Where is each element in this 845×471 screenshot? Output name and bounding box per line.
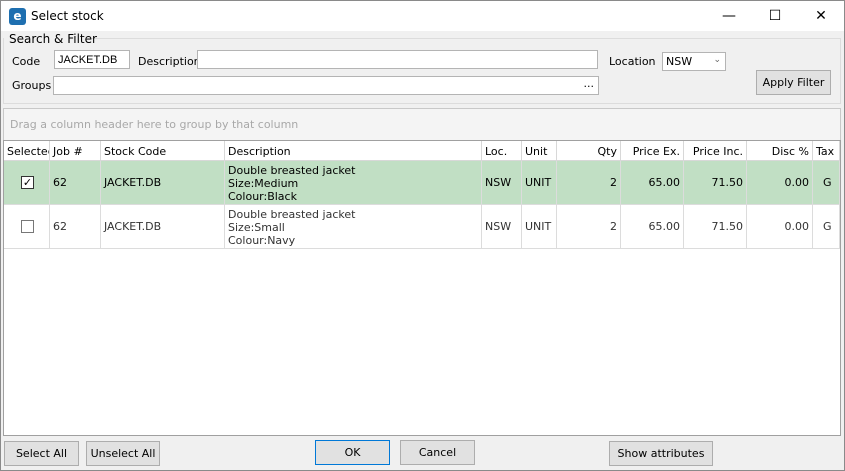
group-by-panel[interactable]: Drag a column header here to group by th… [3, 108, 841, 141]
description-cell: Double breasted jacket Size:Small Colour:N… [225, 205, 482, 249]
job-cell: 62 [50, 205, 101, 249]
cancel-button[interactable]: Cancel [400, 440, 475, 465]
code-label: Code [12, 55, 41, 68]
close-button[interactable]: ✕ [798, 1, 844, 32]
disc-cell: 0.00 [747, 161, 813, 205]
table-row[interactable]: ✓ 62 JACKET.DB Double breasted jacket Siz… [4, 161, 840, 205]
selected-cell[interactable] [4, 205, 50, 249]
column-header-qty[interactable]: Qty [557, 141, 621, 161]
code-input[interactable] [54, 50, 130, 69]
job-cell: 62 [50, 161, 101, 205]
search-filter-title: Search & Filter [9, 32, 97, 46]
table-row[interactable]: 62 JACKET.DB Double breasted jacket Size:… [4, 205, 840, 249]
disc-cell: 0.00 [747, 205, 813, 249]
price-ex-cell: 65.00 [621, 205, 684, 249]
column-header-disc[interactable]: Disc % [747, 141, 813, 161]
stock-grid: Selected Job # Stock Code Description Lo… [3, 140, 841, 436]
desc-line: Size:Small [228, 221, 285, 234]
column-header-unit[interactable]: Unit [522, 141, 557, 161]
qty-cell: 2 [557, 205, 621, 249]
checkbox-checked[interactable]: ✓ [21, 176, 34, 189]
ellipsis-button[interactable]: ... [584, 77, 595, 90]
groups-label: Groups [12, 79, 52, 92]
select-all-button[interactable]: Select All [4, 441, 79, 466]
show-attributes-button[interactable]: Show attributes [609, 441, 713, 466]
column-header-stock-code[interactable]: Stock Code [101, 141, 225, 161]
minimize-button[interactable]: — [706, 1, 752, 32]
price-inc-cell: 71.50 [684, 205, 747, 249]
maximize-button[interactable]: ☐ [752, 1, 798, 32]
loc-cell: NSW [482, 205, 522, 249]
column-header-loc[interactable]: Loc. [482, 141, 522, 161]
app-logo-icon: e [9, 8, 26, 25]
qty-cell: 2 [557, 161, 621, 205]
description-cell: Double breasted jacket Size:Medium Colour:… [225, 161, 482, 205]
column-header-price-ex[interactable]: Price Ex. [621, 141, 684, 161]
window-title: Select stock [31, 9, 104, 23]
column-header-selected[interactable]: Selected [4, 141, 50, 161]
chevron-down-icon: ⌄ [713, 55, 721, 65]
price-ex-cell: 65.00 [621, 161, 684, 205]
price-inc-cell: 71.50 [684, 161, 747, 205]
description-input[interactable] [197, 50, 598, 69]
column-header-price-inc[interactable]: Price Inc. [684, 141, 747, 161]
stock-code-cell: JACKET.DB [101, 205, 225, 249]
apply-filter-button[interactable]: Apply Filter [756, 70, 831, 95]
title-bar: e Select stock — ☐ ✕ [0, 0, 845, 31]
tax-cell: G [813, 205, 840, 249]
location-value: NSW [666, 55, 693, 68]
column-header-tax[interactable]: Tax [813, 141, 840, 161]
description-label: Description [138, 55, 201, 68]
column-header-description[interactable]: Description [225, 141, 482, 161]
ok-button[interactable]: OK [315, 440, 390, 465]
desc-line: Double breasted jacket [228, 208, 356, 221]
checkbox-unchecked[interactable] [21, 220, 34, 233]
desc-line: Double breasted jacket [228, 164, 356, 177]
desc-line: Size:Medium [228, 177, 299, 190]
desc-line: Colour:Navy [228, 234, 296, 247]
groups-input[interactable]: ... [53, 76, 599, 95]
column-header-job[interactable]: Job # [50, 141, 101, 161]
location-label: Location [609, 55, 656, 68]
selected-cell[interactable]: ✓ [4, 161, 50, 205]
location-select[interactable]: NSW ⌄ [662, 52, 726, 71]
tax-cell: G [813, 161, 840, 205]
desc-line: Colour:Black [228, 190, 297, 203]
loc-cell: NSW [482, 161, 522, 205]
unit-cell: UNIT [522, 205, 557, 249]
unit-cell: UNIT [522, 161, 557, 205]
unselect-all-button[interactable]: Unselect All [86, 441, 160, 466]
stock-code-cell: JACKET.DB [101, 161, 225, 205]
